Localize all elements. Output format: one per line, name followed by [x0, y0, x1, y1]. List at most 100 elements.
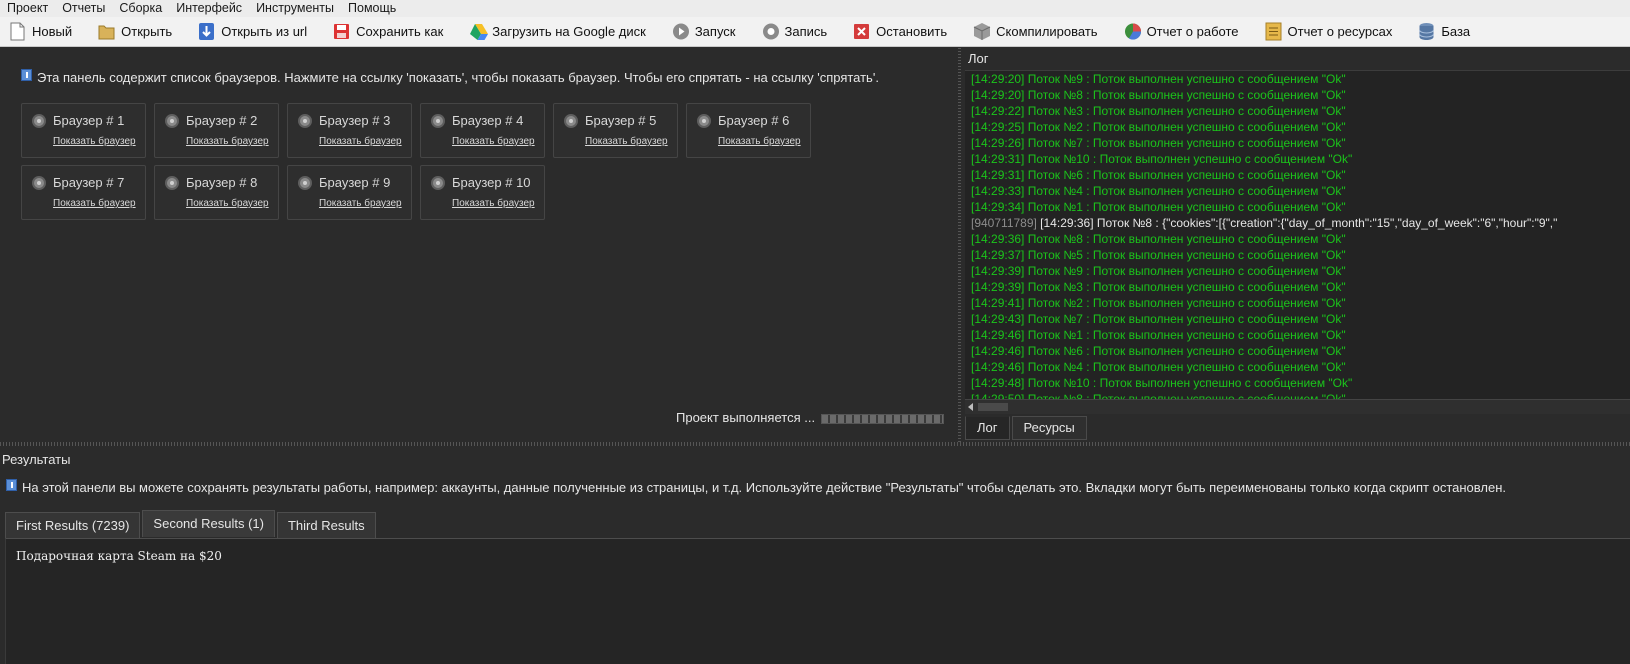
log-tabs: Лог Ресурсы — [965, 416, 1089, 440]
results-title: Результаты — [2, 452, 71, 467]
resource-report-button[interactable]: Отчет о ресурсах — [1259, 19, 1399, 45]
info-icon — [6, 478, 17, 491]
results-content[interactable]: Подарочная карта Steam на $20 — [5, 538, 1630, 664]
show-browser-link[interactable]: Показать браузер — [585, 136, 668, 147]
log-line: [14:29:20] Поток №9 : Поток выполнен усп… — [965, 71, 1630, 87]
log-line: [14:29:50] Поток №8 : Поток выполнен усп… — [965, 391, 1630, 399]
log-line: [14:29:25] Поток №2 : Поток выполнен усп… — [965, 119, 1630, 135]
tab-log[interactable]: Лог — [965, 416, 1010, 440]
new-label: Новый — [32, 24, 73, 39]
tab-second-results[interactable]: Second Results (1) — [142, 510, 275, 537]
show-browser-link[interactable]: Показать браузер — [186, 136, 269, 147]
work-report-button[interactable]: Отчет о работе — [1118, 19, 1245, 45]
tab-first-results[interactable]: First Results (7239) — [5, 512, 141, 538]
log-line-text: [14:29:31] Поток №6 : Поток выполнен усп… — [971, 168, 1346, 182]
show-browser-link[interactable]: Показать браузер — [319, 198, 402, 209]
menu-project[interactable]: Проект — [0, 0, 54, 17]
browsers-panel: Эта панель содержит список браузеров. На… — [0, 48, 960, 442]
log-line: [14:29:37] Поток №5 : Поток выполнен усп… — [965, 247, 1630, 263]
log-line-text: [14:29:50] Поток №8 : Поток выполнен усп… — [971, 392, 1346, 399]
log-output[interactable]: [14:29:20] Поток №9 : Поток выполнен усп… — [965, 70, 1630, 399]
show-browser-link[interactable]: Показать браузер — [452, 198, 535, 209]
log-line-text: [14:29:39] Поток №3 : Поток выполнен усп… — [971, 280, 1346, 294]
browser-name: Браузер # 1 — [53, 113, 125, 128]
show-browser-link[interactable]: Показать браузер — [718, 136, 801, 147]
project-progress-bar — [821, 414, 944, 424]
new-file-icon — [9, 22, 26, 41]
browsers-info-text: Эта панель содержит список браузеров. На… — [37, 70, 879, 85]
save-as-label: Сохранить как — [356, 24, 444, 39]
play-icon — [672, 22, 689, 41]
results-info: На этой панели вы можете сохранять резул… — [6, 478, 1506, 495]
run-label: Запуск — [694, 24, 736, 39]
log-line-text: [14:29:37] Поток №5 : Поток выполнен усп… — [971, 248, 1346, 262]
open-url-button[interactable]: Открыть из url — [192, 19, 313, 45]
browser-card: Браузер # 5 Показать браузер — [553, 103, 678, 158]
record-button[interactable]: Запись — [756, 19, 834, 45]
results-info-text: На этой панели вы можете сохранять резул… — [22, 480, 1506, 495]
show-browser-link[interactable]: Показать браузер — [319, 136, 402, 147]
log-line-text: [14:29:43] Поток №7 : Поток выполнен усп… — [971, 312, 1346, 326]
log-line: [14:29:46] Поток №6 : Поток выполнен усп… — [965, 343, 1630, 359]
progress-fill — [822, 415, 943, 423]
upload-google-drive-button[interactable]: Загрузить на Google диск — [463, 19, 652, 45]
browser-name: Браузер # 4 — [452, 113, 524, 128]
menu-reports[interactable]: Отчеты — [54, 0, 111, 17]
menu-help[interactable]: Помощь — [340, 0, 402, 17]
browser-card: Браузер # 2 Показать браузер — [154, 103, 279, 158]
list-document-icon — [1265, 22, 1282, 41]
cube-icon — [973, 22, 991, 41]
log-panel-title: Лог — [968, 51, 989, 66]
log-line: [14:29:46] Поток №1 : Поток выполнен усп… — [965, 327, 1630, 343]
open-url-label: Открыть из url — [221, 24, 308, 39]
log-line-text: [14:29:41] Поток №2 : Поток выполнен усп… — [971, 296, 1346, 310]
menu-build[interactable]: Сборка — [111, 0, 168, 17]
menu-interface[interactable]: Интерфейс — [168, 0, 248, 17]
download-arrow-icon — [198, 22, 215, 41]
resource-report-label: Отчет о ресурсах — [1287, 24, 1393, 39]
database-button[interactable]: База — [1412, 19, 1476, 45]
scrollbar-thumb[interactable] — [978, 403, 1008, 411]
open-folder-icon — [98, 22, 115, 41]
scroll-left-arrow-icon[interactable] — [968, 403, 973, 411]
log-line-text: [14:29:46] Поток №6 : Поток выполнен усп… — [971, 344, 1346, 358]
results-panel: На этой панели вы можете сохранять резул… — [0, 466, 1630, 664]
log-line: [14:29:48] Поток №10 : Поток выполнен ус… — [965, 375, 1630, 391]
stop-icon — [853, 22, 870, 41]
open-button[interactable]: Открыть — [92, 19, 178, 45]
log-line-text: [14:29:48] Поток №10 : Поток выполнен ус… — [971, 376, 1353, 390]
show-browser-link[interactable]: Показать браузер — [186, 198, 269, 209]
log-horizontal-scrollbar[interactable] — [965, 399, 1630, 414]
log-line-text: [14:29:31] Поток №10 : Поток выполнен ус… — [971, 152, 1353, 166]
browser-card: Браузер # 4 Показать браузер — [420, 103, 545, 158]
browser-card: Браузер # 6 Показать браузер — [686, 103, 811, 158]
tab-resources[interactable]: Ресурсы — [1011, 416, 1087, 440]
database-icon — [1418, 22, 1435, 41]
run-button[interactable]: Запуск — [666, 19, 742, 45]
database-label: База — [1441, 24, 1471, 39]
horizontal-splitter[interactable] — [0, 442, 1630, 446]
log-line: [14:29:46] Поток №4 : Поток выполнен усп… — [965, 359, 1630, 375]
log-line-text: [14:29:36] Поток №8 : {"cookies":[{"crea… — [1036, 216, 1558, 230]
new-button[interactable]: Новый — [3, 19, 78, 45]
log-line: [14:29:31] Поток №6 : Поток выполнен усп… — [965, 167, 1630, 183]
browser-name: Браузер # 9 — [319, 175, 391, 190]
pie-chart-icon — [1124, 22, 1141, 41]
save-as-button[interactable]: Сохранить как — [327, 19, 449, 45]
tab-third-results[interactable]: Third Results — [276, 512, 376, 538]
log-line-text: [14:29:46] Поток №4 : Поток выполнен усп… — [971, 360, 1346, 374]
log-line-text: [14:29:36] Поток №8 : Поток выполнен усп… — [971, 232, 1346, 246]
show-browser-link[interactable]: Показать браузер — [53, 198, 136, 209]
browser-globe-icon — [165, 176, 179, 190]
show-browser-link[interactable]: Показать браузер — [452, 136, 535, 147]
log-line: [14:29:43] Поток №7 : Поток выполнен усп… — [965, 311, 1630, 327]
result-entry: Подарочная карта Steam на $20 — [16, 549, 222, 563]
browser-name: Браузер # 10 — [452, 175, 531, 190]
menu-bar: Проект Отчеты Сборка Интерфейс Инструмен… — [0, 0, 1630, 17]
compile-button[interactable]: Скомпилировать — [967, 19, 1103, 45]
compile-label: Скомпилировать — [996, 24, 1098, 39]
menu-tools[interactable]: Инструменты — [248, 0, 340, 17]
log-line-text: [14:29:34] Поток №1 : Поток выполнен усп… — [971, 200, 1346, 214]
show-browser-link[interactable]: Показать браузер — [53, 136, 136, 147]
stop-button[interactable]: Остановить — [847, 19, 953, 45]
